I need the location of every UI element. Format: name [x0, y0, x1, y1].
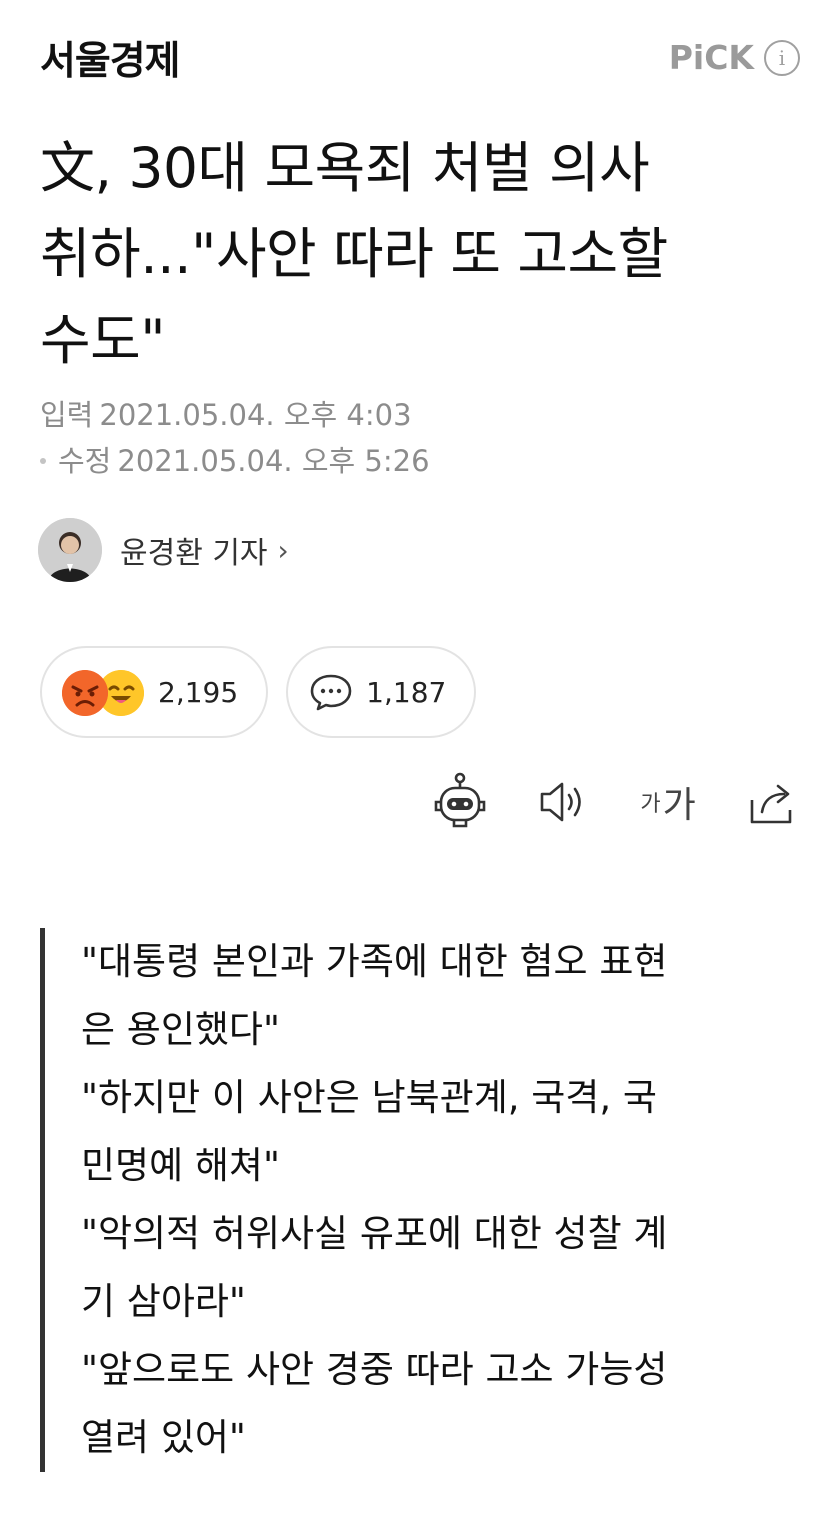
article-summary-quote: "대통령 본인과 가족에 대한 혐오 표현 은 용인했다" "하지만 이 사안은…	[40, 928, 800, 1472]
headline-line: 文, 30대 모욕죄 처벌 의사	[40, 136, 650, 200]
reaction-emojis	[62, 666, 152, 718]
reaction-button[interactable]: 2,195	[40, 646, 269, 738]
modified-date: 수정 2021.05.04. 오후 5:26	[40, 438, 430, 484]
article-header: 서울경제 PiCK i	[0, 0, 840, 110]
font-size-small-label: 가	[640, 792, 661, 817]
person-icon	[38, 518, 102, 582]
share-icon	[750, 784, 792, 824]
headline-line: 수도"	[40, 308, 166, 372]
comment-count: 1,187	[366, 675, 447, 709]
angry-face-icon	[62, 670, 108, 716]
speaker-icon	[540, 782, 581, 822]
robot-summary-icon	[434, 772, 486, 828]
info-icon[interactable]: i	[764, 39, 800, 76]
quote-line: "악의적 허위사실 유포에 대한 성찰 계	[81, 1212, 668, 1255]
font-size-button[interactable]: 가가	[640, 772, 696, 832]
pick-label: PiCK	[668, 38, 754, 77]
quote-line: 열려 있어"	[81, 1416, 246, 1459]
chevron-right-icon: ›	[277, 533, 289, 567]
quote-line: "앞으로도 사안 경중 따라 고소 가능성	[81, 1348, 668, 1391]
share-button[interactable]	[744, 772, 800, 832]
published-date: 입력 2021.05.04. 오후 4:03	[40, 392, 430, 438]
reaction-row: 2,195 1,187	[40, 646, 477, 738]
quote-line: "대통령 본인과 가족에 대한 혐오 표현	[81, 940, 668, 983]
quote-line: 기 삼아라"	[81, 1280, 246, 1323]
published-value: 2021.05.04. 오후 4:03	[99, 398, 412, 432]
quote-line: 민명예 해쳐"	[81, 1144, 280, 1187]
reporter-name: 윤경환 기자	[120, 536, 268, 571]
modified-label: 수정	[58, 444, 112, 478]
reporter-avatar	[38, 518, 102, 582]
comment-bubble-icon	[310, 674, 352, 711]
published-label: 입력	[40, 398, 94, 432]
summary-button[interactable]	[432, 772, 488, 832]
press-logo[interactable]: 서울경제	[40, 30, 181, 86]
article-headline: 文, 30대 모욕죄 처벌 의사 취하..."사안 따라 또 고소할 수도"	[40, 125, 800, 383]
text-to-speech-button[interactable]	[536, 772, 592, 832]
font-size-large-label: 가	[662, 785, 696, 826]
headline-line: 취하..."사안 따라 또 고소할	[40, 222, 668, 286]
bullet-dot	[40, 458, 46, 464]
modified-value: 2021.05.04. 오후 5:26	[117, 444, 430, 478]
pick-badge[interactable]: PiCK i	[669, 38, 800, 77]
quote-line: 은 용인했다"	[81, 1008, 280, 1051]
article-toolbar: 가가	[432, 772, 800, 832]
reaction-count: 2,195	[158, 675, 239, 709]
article-dates: 입력 2021.05.04. 오후 4:03 수정 2021.05.04. 오후…	[40, 392, 430, 484]
comment-button[interactable]: 1,187	[286, 646, 477, 738]
reporter-link[interactable]: 윤경환 기자 ›	[38, 518, 289, 582]
quote-line: "하지만 이 사안은 남북관계, 국격, 국	[81, 1076, 657, 1119]
